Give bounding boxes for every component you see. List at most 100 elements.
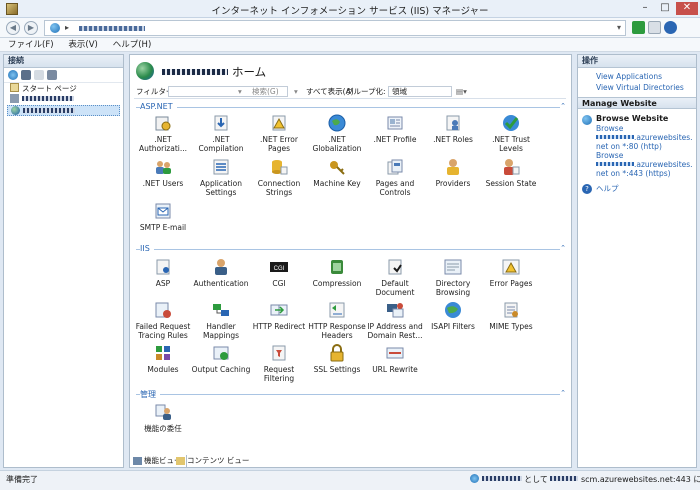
feature-profile[interactable]: .NET Profile: [365, 113, 425, 144]
browse-http-port[interactable]: net on *:80 (http): [578, 142, 696, 151]
feature-label: .NET Globalization: [312, 135, 362, 153]
feature-database[interactable]: Connection Strings: [249, 157, 309, 197]
feature-isapi[interactable]: ISAPI Filters: [423, 300, 483, 331]
collapse-iis-icon[interactable]: ⌃: [560, 244, 566, 252]
feature-mail[interactable]: SMTP E-mail: [133, 201, 193, 232]
view-virtual-directories-link[interactable]: View Virtual Directories: [578, 82, 696, 93]
redacted-user: [481, 476, 522, 481]
feature-trust-check[interactable]: .NET Trust Levels: [481, 113, 541, 153]
feature-lock-key[interactable]: .NET Authorizati...: [133, 113, 193, 153]
back-button[interactable]: ◀: [6, 21, 20, 35]
user-auth-icon: [211, 257, 231, 277]
browse-https-port[interactable]: net on *:443 (https): [578, 169, 696, 178]
feature-asp-page[interactable]: ASP: [133, 257, 193, 288]
feature-warning-page[interactable]: .NET Error Pages: [249, 113, 309, 153]
help-link[interactable]: ヘルプ: [578, 183, 696, 194]
feature-users[interactable]: .NET Users: [133, 157, 193, 188]
feature-compression[interactable]: Compression: [307, 257, 367, 288]
feature-request-filter[interactable]: Request Filtering: [249, 343, 309, 383]
tab-content-view[interactable]: コンテンツ ビュー: [173, 455, 249, 468]
filter-funnel-icon[interactable]: ▾: [238, 85, 242, 98]
browse-https-link[interactable]: Browse: [578, 151, 696, 160]
feature-roles[interactable]: .NET Roles: [423, 113, 483, 144]
browse-http-host[interactable]: .azurewebsites.: [578, 133, 696, 142]
feature-delegation[interactable]: 機能の委任: [133, 402, 193, 433]
feature-redirect[interactable]: HTTP Redirect: [249, 300, 309, 331]
feature-label: CGI: [272, 279, 286, 288]
tree-item-start-page[interactable]: スタート ページ: [4, 83, 123, 94]
feature-download-page[interactable]: .NET Compilation: [191, 113, 251, 153]
feature-label: .NET Roles: [433, 135, 473, 144]
response-headers-icon: [327, 300, 347, 320]
feature-providers[interactable]: Providers: [423, 157, 483, 188]
start-page-label: スタート ページ: [22, 84, 77, 93]
feature-globe[interactable]: .NET Globalization: [307, 113, 367, 153]
tree-item-server[interactable]: [4, 94, 123, 105]
feature-handler[interactable]: Handler Mappings: [191, 300, 251, 340]
search-button[interactable]: 検索(G): [252, 85, 279, 98]
isapi-icon: [443, 300, 463, 320]
filter-bar: フィルター: ▾ 検索(G) ▾ すべて表示(A) グループ化: 領域 ▤▾: [134, 85, 566, 99]
collapse-management-icon[interactable]: ⌃: [560, 389, 566, 397]
site-home-icon: [136, 62, 154, 80]
group-by-select[interactable]: 領域: [388, 86, 452, 97]
menu-help[interactable]: ヘルプ(H): [113, 38, 152, 52]
feature-default-doc[interactable]: Default Document: [365, 257, 425, 297]
feature-pages[interactable]: Pages and Controls: [365, 157, 425, 197]
stop-icon[interactable]: [648, 21, 661, 34]
manage-website-header: Manage Website: [578, 97, 696, 109]
feature-mime[interactable]: MIME Types: [481, 300, 541, 331]
feature-ip-restrict[interactable]: IP Address and Domain Rest...: [365, 300, 425, 340]
address-bar: ◀ ▶ ▸ ▾: [0, 18, 700, 38]
maximize-button[interactable]: □: [656, 2, 674, 15]
feature-label: Authentication: [193, 279, 249, 288]
minimize-button[interactable]: –: [636, 2, 654, 15]
feature-output-cache[interactable]: Output Caching: [191, 343, 251, 374]
feature-modules[interactable]: Modules: [133, 343, 193, 374]
feature-label: Compression: [312, 279, 362, 288]
refresh-icon[interactable]: [632, 21, 645, 34]
close-button[interactable]: ✕: [676, 2, 698, 15]
feature-label: .NET Profile: [373, 135, 417, 144]
feature-directory[interactable]: Directory Browsing: [423, 257, 483, 297]
feature-label: .NET Error Pages: [260, 135, 298, 153]
address-dropdown[interactable]: ▾: [617, 23, 621, 32]
connections-toolbar: [4, 68, 123, 83]
feature-key[interactable]: Machine Key: [307, 157, 367, 188]
padlock-icon: [327, 343, 347, 363]
failed-request-icon: [153, 300, 173, 320]
disconnect-icon[interactable]: [47, 70, 57, 80]
menu-file[interactable]: ファイル(F): [8, 38, 54, 52]
feature-padlock[interactable]: SSL Settings: [307, 343, 367, 374]
feature-response-headers[interactable]: HTTP Response Headers: [307, 300, 367, 340]
feature-url-rewrite[interactable]: URL Rewrite: [365, 343, 425, 374]
help-icon[interactable]: [664, 21, 677, 34]
feature-settings-list[interactable]: Application Settings: [191, 157, 251, 197]
address-field[interactable]: ▸ ▾: [44, 20, 626, 36]
connect-icon[interactable]: [8, 70, 18, 80]
view-applications-link[interactable]: View Applications: [578, 71, 696, 82]
forward-button[interactable]: ▶: [24, 21, 38, 35]
view-mode-button[interactable]: ▤▾: [456, 85, 467, 98]
redacted-host-1: [596, 135, 634, 139]
menu-view[interactable]: 表示(V): [68, 38, 97, 52]
redacted-host-2: [596, 162, 634, 166]
copy-icon[interactable]: [34, 70, 44, 80]
feature-error-page[interactable]: Error Pages: [481, 257, 541, 288]
feature-label: ISAPI Filters: [431, 322, 475, 331]
redacted-server-name: [79, 26, 145, 31]
settings-list-icon: [211, 157, 231, 177]
browse-http-link[interactable]: Browse: [578, 124, 696, 133]
feature-session[interactable]: Session State: [481, 157, 541, 188]
home-title: ホーム: [232, 65, 267, 79]
tree-item-site[interactable]: [7, 105, 120, 116]
feature-cgi[interactable]: CGI CGI: [249, 257, 309, 288]
ip-restrict-icon: [385, 300, 405, 320]
save-icon[interactable]: [21, 70, 31, 80]
browse-https-host[interactable]: .azurewebsites.: [578, 160, 696, 169]
feature-failed-request[interactable]: Failed Request Tracing Rules: [133, 300, 193, 340]
address-tools: [632, 21, 680, 37]
search-dropdown[interactable]: ▾: [294, 85, 298, 98]
collapse-aspnet-icon[interactable]: ⌃: [560, 102, 566, 110]
feature-user-auth[interactable]: Authentication: [191, 257, 251, 288]
